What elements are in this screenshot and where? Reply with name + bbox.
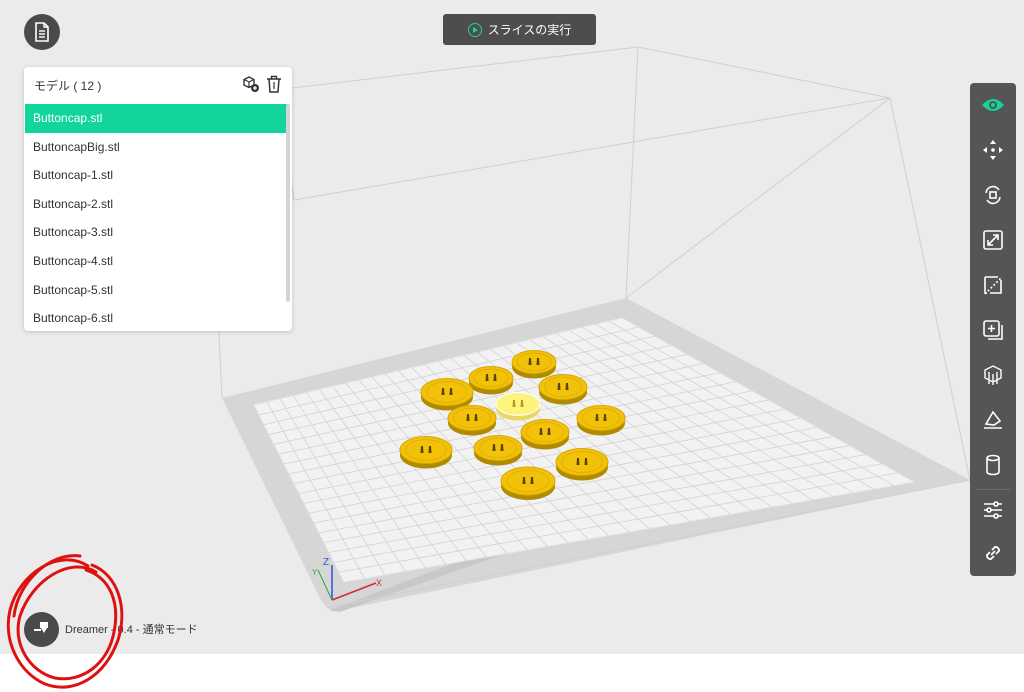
model-item[interactable]: Buttoncap-5.stl bbox=[25, 276, 287, 305]
model-item[interactable]: ButtoncapBig.stl bbox=[25, 133, 287, 162]
model-buttoncap bbox=[511, 350, 557, 379]
printer-label: Dreamer - 0.4 - 通常モード bbox=[65, 624, 198, 636]
selected-model bbox=[495, 392, 541, 421]
slice-button-label: スライスの実行 bbox=[487, 23, 572, 37]
scale-icon bbox=[983, 230, 1003, 250]
model-list: Buttoncap.stl ButtoncapBig.stl Buttoncap… bbox=[25, 104, 287, 331]
axis-y-label: Y bbox=[312, 568, 318, 577]
link-icon bbox=[986, 546, 1000, 560]
cylinder-icon bbox=[986, 454, 1000, 476]
mirror-icon bbox=[984, 276, 1003, 295]
view-tool-button[interactable] bbox=[970, 85, 1016, 125]
lay-flat-icon bbox=[984, 410, 1002, 429]
model-buttoncap bbox=[447, 405, 497, 436]
nozzle-icon bbox=[33, 622, 48, 633]
model-buttoncap bbox=[399, 435, 453, 469]
slice-button[interactable]: スライスの実行 bbox=[443, 14, 596, 45]
model-buttoncap bbox=[500, 466, 556, 501]
cylinder-tool-button[interactable] bbox=[970, 445, 1016, 485]
settings-tool-button[interactable] bbox=[970, 490, 1016, 530]
model-item[interactable]: Buttoncap.stl bbox=[25, 104, 287, 133]
lay-flat-tool-button[interactable] bbox=[970, 400, 1016, 440]
model-buttoncap bbox=[538, 374, 588, 405]
model-buttoncap bbox=[555, 447, 609, 481]
model-item[interactable]: Buttoncap-4.stl bbox=[25, 247, 287, 276]
support-tool-button[interactable] bbox=[970, 355, 1016, 395]
settings-sliders-icon bbox=[984, 501, 1002, 519]
model-list-scrollbar[interactable] bbox=[286, 104, 290, 302]
eye-icon bbox=[982, 99, 1004, 111]
3d-viewport[interactable]: Z X Y スライスの実行 モデル ( 12 ) Buttoncap.stl B… bbox=[0, 0, 1024, 654]
move-tool-button[interactable] bbox=[970, 130, 1016, 170]
trash-icon[interactable] bbox=[266, 75, 282, 93]
model-item[interactable]: Buttoncap-6.stl bbox=[25, 304, 287, 331]
move-icon bbox=[983, 140, 1003, 160]
printer-status[interactable]: Dreamer - 0.4 - 通常モード bbox=[24, 611, 198, 647]
scale-tool-button[interactable] bbox=[970, 220, 1016, 260]
printer-select-button[interactable] bbox=[24, 611, 59, 647]
model-list-panel: モデル ( 12 ) Buttoncap.stl ButtoncapBig.st… bbox=[24, 67, 292, 331]
model-panel-title: モデル ( 12 ) bbox=[34, 78, 102, 93]
support-icon bbox=[984, 365, 1002, 385]
mirror-tool-button[interactable] bbox=[970, 265, 1016, 305]
link-tool-button[interactable] bbox=[970, 533, 1016, 573]
model-item[interactable]: Buttoncap-3.stl bbox=[25, 218, 287, 247]
model-buttoncap bbox=[576, 405, 626, 436]
axis-x-label: X bbox=[376, 578, 382, 588]
rotate-tool-button[interactable] bbox=[970, 175, 1016, 215]
model-item[interactable]: Buttoncap-2.stl bbox=[25, 190, 287, 219]
model-buttoncap bbox=[473, 435, 523, 466]
add-tool-button[interactable] bbox=[970, 310, 1016, 350]
model-panel-header: モデル ( 12 ) bbox=[24, 67, 292, 103]
model-buttoncap bbox=[520, 419, 570, 450]
file-menu-button[interactable] bbox=[24, 14, 60, 50]
axis-z-label: Z bbox=[323, 557, 329, 568]
add-model-icon[interactable] bbox=[242, 75, 260, 93]
model-item[interactable]: Buttoncap-1.stl bbox=[25, 161, 287, 190]
model-buttoncap bbox=[468, 366, 514, 395]
add-model-icon bbox=[983, 320, 1003, 340]
rotate-icon bbox=[985, 185, 1001, 205]
play-icon bbox=[467, 22, 482, 37]
right-toolbar bbox=[970, 83, 1016, 576]
document-icon bbox=[35, 22, 49, 42]
